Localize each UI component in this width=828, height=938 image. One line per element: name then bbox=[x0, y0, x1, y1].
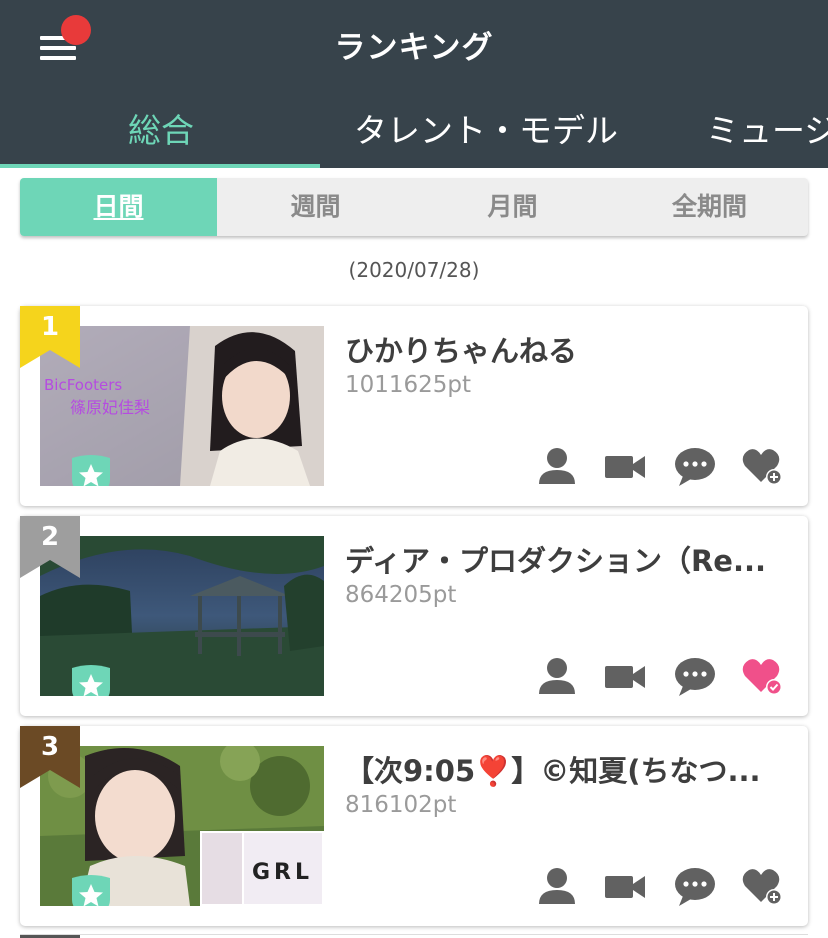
ranking-card[interactable]: GRL 3 【次9:05❣️】©知夏(ちなつ... 816102pt bbox=[20, 726, 808, 926]
profile-icon[interactable] bbox=[535, 866, 579, 906]
channel-thumbnail[interactable] bbox=[40, 536, 324, 696]
rank-number: 1 bbox=[40, 312, 60, 342]
comment-icon[interactable] bbox=[673, 656, 717, 696]
category-tabs: 総合 タレント・モデル ミュージ bbox=[0, 96, 828, 168]
favorite-add-icon[interactable] bbox=[741, 446, 785, 486]
star-badge-icon bbox=[72, 665, 110, 696]
ranking-date: (2020/07/28) bbox=[348, 258, 480, 282]
thumb-text: 篠原妃佳梨 bbox=[70, 398, 150, 417]
ranking-card[interactable]: BicFooters 篠原妃佳梨 1 ひかりちゃんねる 1011625pt bbox=[20, 306, 808, 506]
card-actions bbox=[535, 866, 785, 906]
active-tab-indicator bbox=[0, 164, 320, 168]
tab-overall[interactable]: 総合 bbox=[128, 104, 194, 152]
rank-number: 2 bbox=[40, 522, 60, 552]
card-actions bbox=[535, 446, 785, 486]
rank-number: 3 bbox=[40, 732, 60, 762]
favorited-icon[interactable] bbox=[741, 656, 785, 696]
profile-icon[interactable] bbox=[535, 656, 579, 696]
page-title: ランキング bbox=[334, 30, 494, 66]
period-weekly[interactable]: 週間 bbox=[217, 178, 414, 236]
video-icon[interactable] bbox=[603, 866, 647, 906]
comment-icon[interactable] bbox=[673, 866, 717, 906]
period-selector: 日間 週間 月間 全期間 bbox=[20, 178, 808, 236]
channel-name[interactable]: ひかりちゃんねる bbox=[345, 328, 790, 370]
period-daily[interactable]: 日間 bbox=[20, 178, 217, 236]
tab-music[interactable]: ミュージ bbox=[706, 104, 828, 152]
star-badge-icon bbox=[72, 875, 110, 906]
channel-thumbnail[interactable]: BicFooters 篠原妃佳梨 bbox=[40, 326, 324, 486]
channel-thumbnail[interactable]: GRL bbox=[40, 746, 324, 906]
profile-icon[interactable] bbox=[535, 446, 579, 486]
channel-points: 1011625pt bbox=[345, 372, 472, 398]
video-icon[interactable] bbox=[603, 656, 647, 696]
period-monthly[interactable]: 月間 bbox=[414, 178, 611, 236]
star-badge-icon bbox=[72, 455, 110, 486]
channel-points: 816102pt bbox=[345, 792, 457, 818]
favorite-add-icon[interactable] bbox=[741, 866, 785, 906]
channel-points: 864205pt bbox=[345, 582, 457, 608]
comment-icon[interactable] bbox=[673, 446, 717, 486]
tab-talent-model[interactable]: タレント・モデル bbox=[354, 104, 618, 152]
app-header: ランキング 総合 タレント・モデル ミュージ bbox=[0, 0, 828, 168]
ranking-card-partial[interactable] bbox=[20, 934, 808, 938]
card-actions bbox=[535, 656, 785, 696]
ranking-card[interactable]: 2 ディア・プロダクション（Re... 864205pt bbox=[20, 516, 808, 716]
video-icon[interactable] bbox=[603, 446, 647, 486]
thumb-text: GRL bbox=[252, 860, 313, 885]
channel-name[interactable]: ディア・プロダクション（Re... bbox=[345, 538, 790, 580]
channel-name[interactable]: 【次9:05❣️】©知夏(ちなつ... bbox=[345, 748, 790, 790]
thumb-text: BicFooters bbox=[44, 376, 122, 394]
period-all-time[interactable]: 全期間 bbox=[611, 178, 808, 236]
